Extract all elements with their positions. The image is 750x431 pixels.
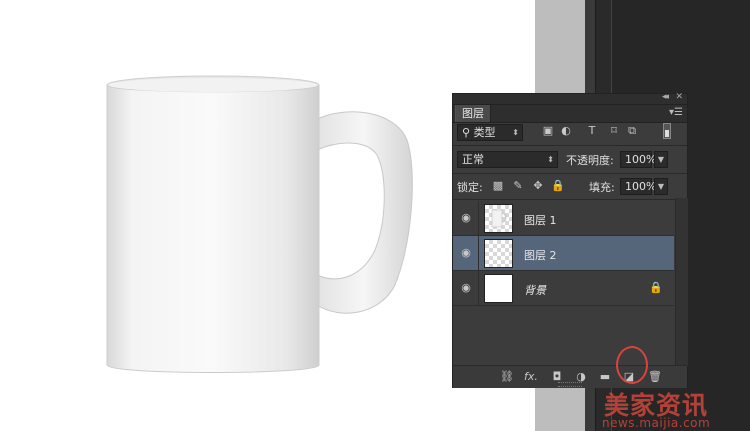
layers-panel: ◂◂ ✕ 图层 ▾☰ ⚲ 类型 ⬍ ▣ ◐ T ⌑ ⧉ 正常 ⬍ 不透明度: 1… (452, 92, 688, 388)
visibility-eye-icon[interactable]: ◉ (459, 281, 473, 295)
lock-label: 锁定: (457, 181, 483, 194)
watermark-url: news.maijia.com (602, 416, 711, 430)
watermark: 美家资讯 news.maijia.com (602, 386, 750, 431)
delete-layer-icon[interactable]: 🗑 (647, 369, 663, 385)
image-filter-icon[interactable]: ▣ (541, 124, 555, 138)
new-group-icon[interactable]: ▬ (597, 369, 613, 385)
close-icon[interactable]: ✕ (675, 92, 683, 102)
layer-row-2[interactable]: ◉ 图层 2 (453, 236, 674, 271)
layer-name: 背景 (524, 284, 546, 297)
divider (453, 145, 687, 146)
divider (478, 271, 479, 306)
spinner-icon: ⬍ (547, 155, 554, 164)
layer-name: 图层 1 (524, 214, 557, 227)
lock-row: 锁定: ▩ ✎ ✥ 🔒 填充: 100% ▼ (453, 178, 687, 198)
layers-scrollbar[interactable] (675, 198, 688, 366)
link-layers-icon[interactable]: ⛓ (499, 369, 515, 385)
filter-kind-label: 类型 (473, 126, 496, 139)
filter-kind-select[interactable]: ⚲ 类型 ⬍ (457, 124, 523, 141)
lock-transparent-icon[interactable]: ▩ (491, 179, 505, 193)
filter-toggle[interactable] (663, 123, 671, 139)
divider (453, 199, 687, 200)
shape-filter-icon[interactable]: ⌑ (607, 124, 621, 138)
collapse-icon[interactable]: ◂◂ (662, 92, 669, 102)
panel-menu-icon[interactable]: ▾☰ (669, 107, 683, 118)
layer-thumbnail (484, 239, 513, 268)
lock-icon: 🔒 (649, 281, 663, 294)
adjustment-filter-icon[interactable]: ◐ (559, 124, 573, 138)
smart-object-filter-icon[interactable]: ⧉ (625, 124, 639, 138)
lock-position-icon[interactable]: ✥ (531, 179, 545, 193)
divider (453, 173, 687, 174)
divider (478, 201, 479, 236)
lock-all-icon[interactable]: 🔒 (551, 179, 565, 193)
opacity-label: 不透明度: (566, 154, 614, 167)
mug-thumbnail-icon (491, 209, 507, 228)
panel-titlebar[interactable]: ◂◂ ✕ (453, 92, 687, 105)
search-icon: ⚲ (462, 126, 474, 139)
mug-image (106, 75, 413, 373)
layer-row-background[interactable]: ◉ 背景 🔒 (453, 271, 674, 306)
tab-layers[interactable]: 图层 (455, 105, 491, 122)
resize-grip[interactable] (558, 382, 582, 387)
layer-thumbnail (484, 274, 513, 303)
lock-pixels-icon[interactable]: ✎ (511, 179, 525, 193)
layer-thumbnail (484, 204, 513, 233)
text-filter-icon[interactable]: T (585, 124, 599, 138)
chevron-down-icon[interactable]: ▼ (654, 178, 668, 195)
spinner-icon: ⬍ (512, 128, 519, 137)
fill-label: 填充: (589, 181, 615, 194)
layer-name: 图层 2 (524, 249, 557, 262)
highlight-circle (616, 346, 648, 384)
divider (478, 236, 479, 271)
panel-footer: ⛓ fx. ◘ ◑ ▬ ◪ 🗑 (453, 365, 687, 388)
panel-tabbar: 图层 ▾☰ (453, 105, 687, 123)
chevron-down-icon[interactable]: ▼ (654, 151, 668, 168)
blend-row: 正常 ⬍ 不透明度: 100% ▼ (453, 151, 687, 171)
blend-mode-value: 正常 (462, 153, 484, 166)
visibility-eye-icon[interactable]: ◉ (459, 246, 473, 260)
fill-input[interactable]: 100% (620, 178, 656, 195)
blend-mode-select[interactable]: 正常 ⬍ (457, 151, 558, 168)
opacity-input[interactable]: 100% (620, 151, 656, 168)
fx-icon[interactable]: fx. (523, 369, 539, 385)
filter-row: ⚲ 类型 ⬍ ▣ ◐ T ⌑ ⧉ (453, 123, 687, 144)
layer-row-1[interactable]: ◉ 图层 1 (453, 201, 674, 236)
visibility-eye-icon[interactable]: ◉ (459, 211, 473, 225)
